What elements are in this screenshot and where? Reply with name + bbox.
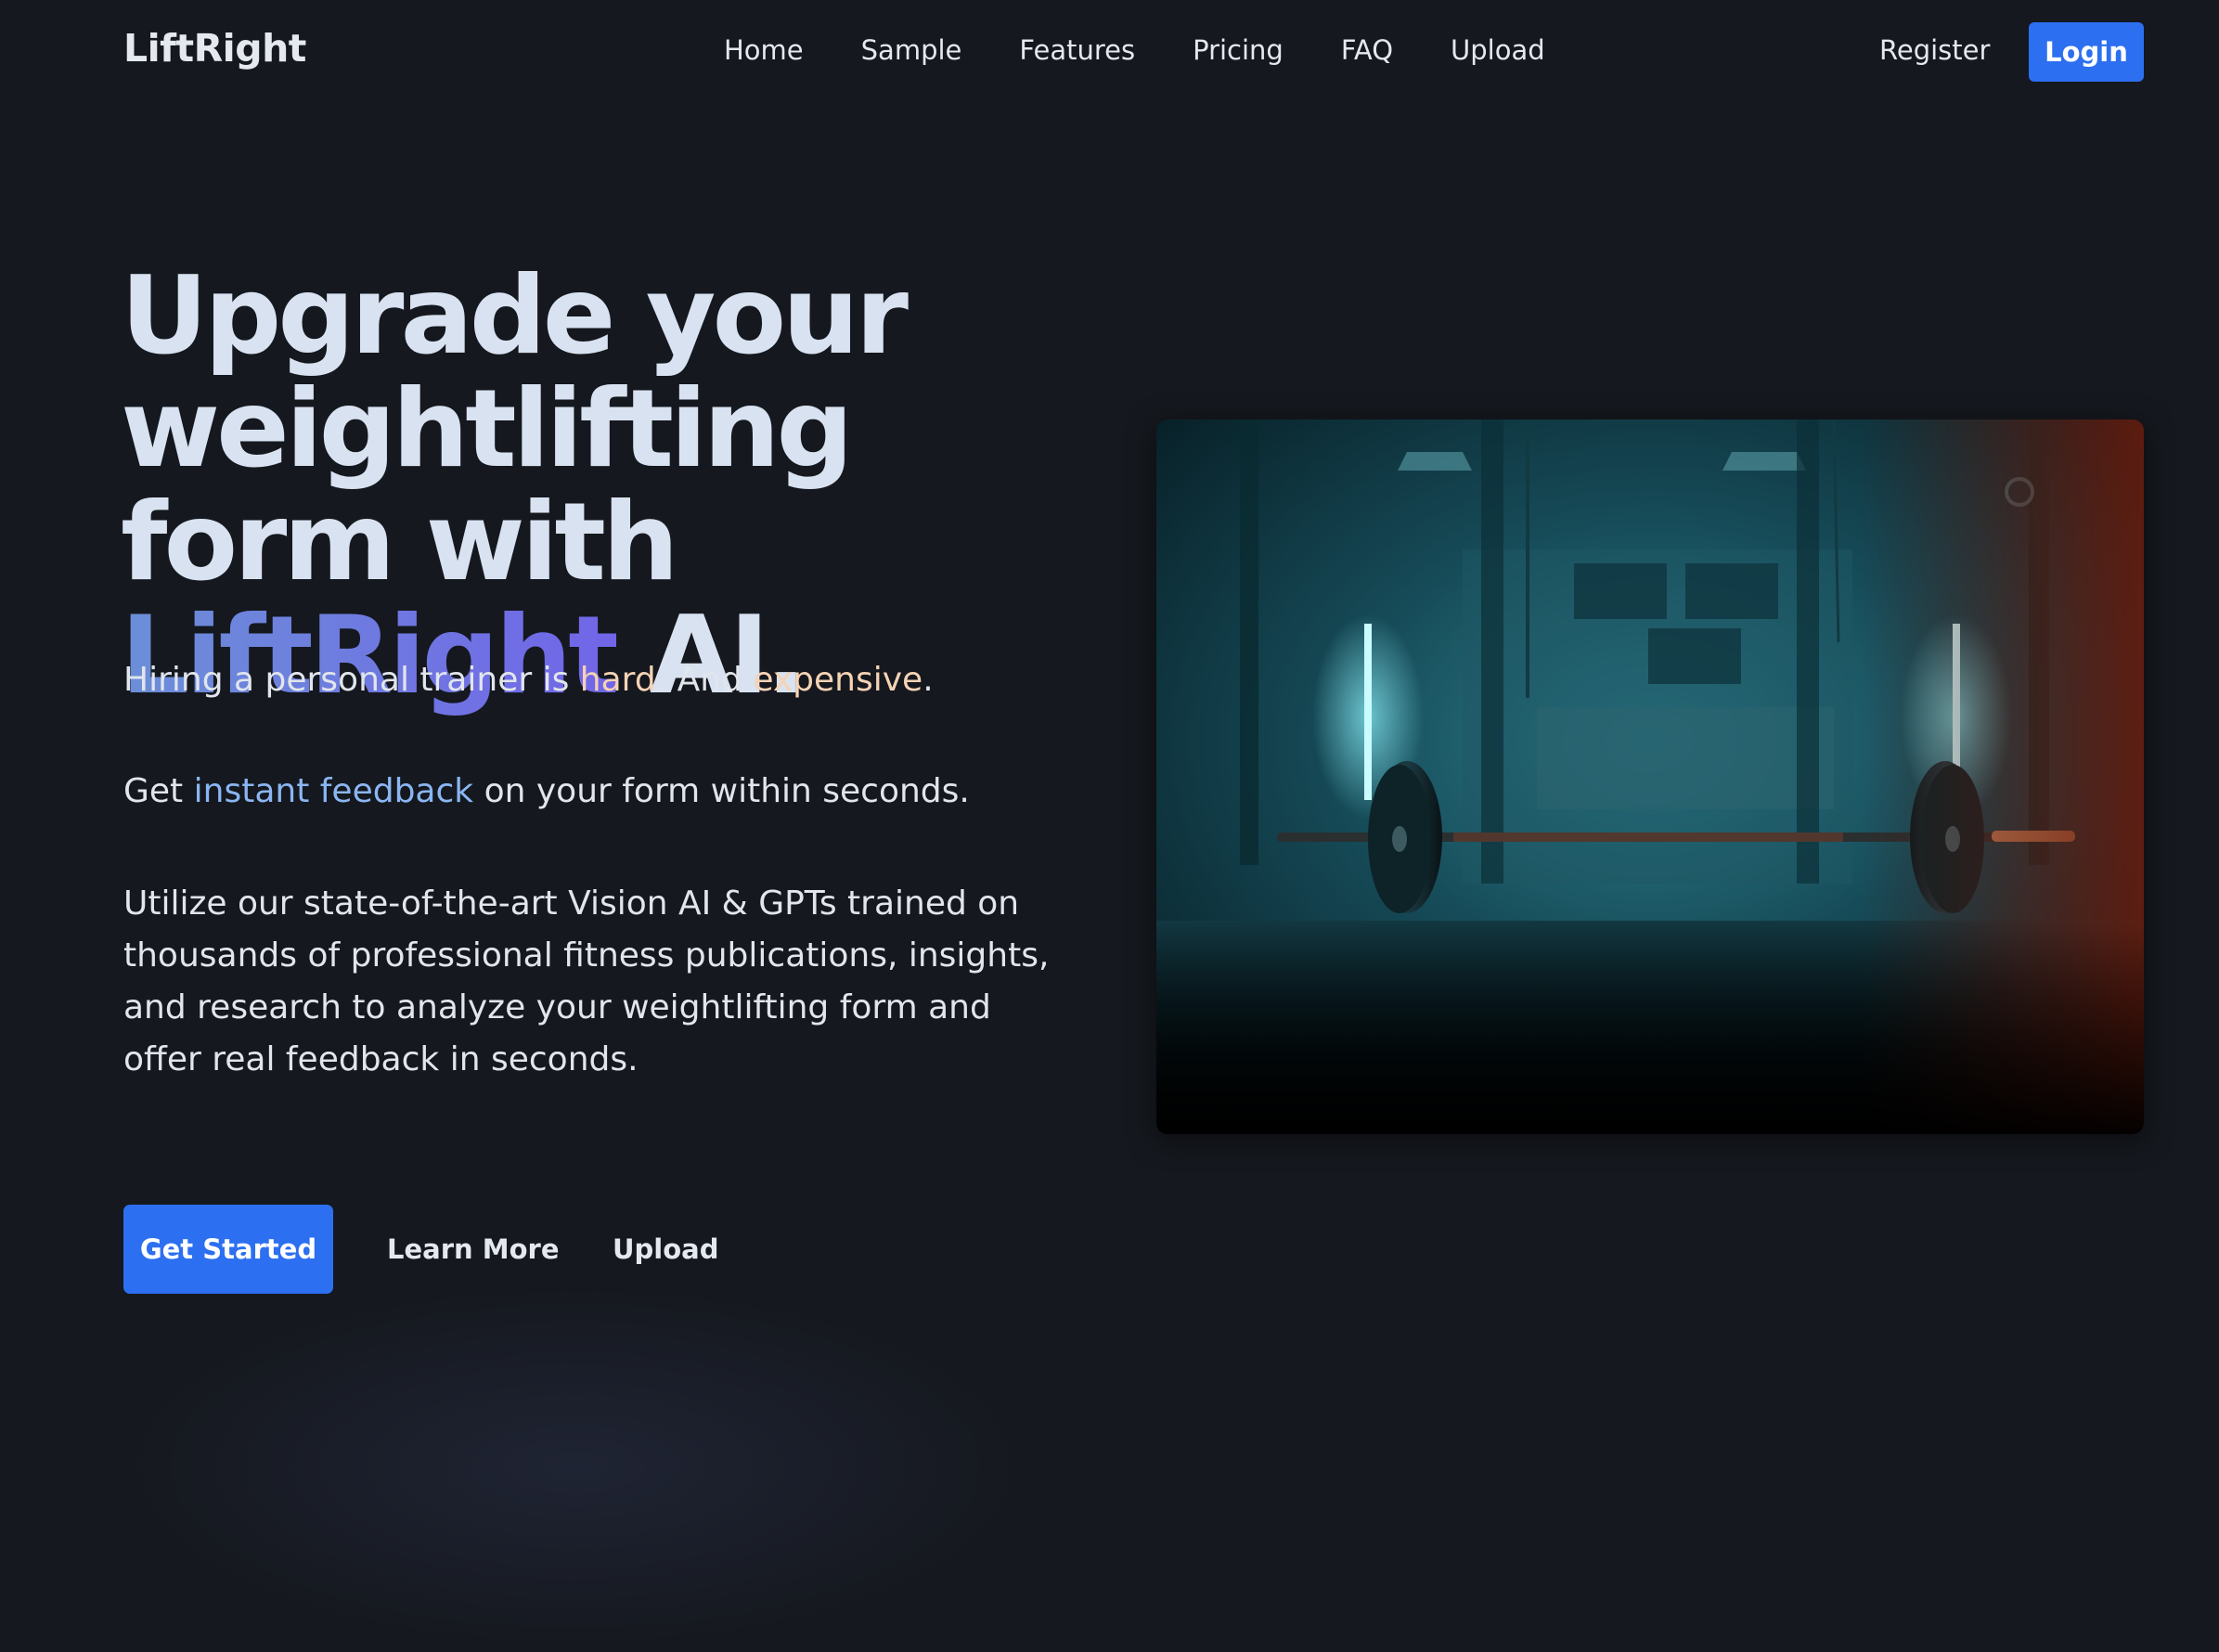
logo[interactable]: LiftRight <box>123 26 306 71</box>
p1-text-start: Hiring a personal trainer is <box>123 661 570 699</box>
login-button[interactable]: Login <box>2029 22 2144 82</box>
get-started-button[interactable]: Get Started <box>123 1205 333 1294</box>
background-glow <box>111 1281 1039 1652</box>
p2-highlight-instant-feedback: instant feedback <box>193 772 474 810</box>
nav-link-pricing[interactable]: Pricing <box>1193 32 1284 69</box>
nav-links: Home Sample Features Pricing FAQ Upload <box>724 32 1603 69</box>
register-link[interactable]: Register <box>1879 32 1990 69</box>
hero-title: Upgrade your weightlifting form with Lif… <box>121 260 1104 713</box>
nav-link-upload[interactable]: Upload <box>1451 32 1545 69</box>
nav-link-faq[interactable]: FAQ <box>1341 32 1393 69</box>
learn-more-button[interactable]: Learn More <box>387 1223 560 1275</box>
hero-paragraph-description: Utilize our state-of-the-art Vision AI &… <box>123 884 1050 1078</box>
barbell-gym-illustration <box>1156 419 2144 1134</box>
p1-highlight-expensive: expensive <box>753 661 923 699</box>
p1-text-end: . <box>922 661 934 699</box>
hero-paragraph-trainer: Hiring a personal trainer is hard. And e… <box>123 657 934 703</box>
upload-button[interactable]: Upload <box>613 1223 719 1275</box>
hero-title-part1: Upgrade your weightlifting form with <box>121 253 909 605</box>
p1-text-mid: . And <box>655 661 742 699</box>
hero-image <box>1156 419 2144 1134</box>
p2-text-start: Get <box>123 772 184 810</box>
nav-link-home[interactable]: Home <box>724 32 804 69</box>
nav-link-features[interactable]: Features <box>1019 32 1135 69</box>
p1-highlight-hard: hard <box>579 661 656 699</box>
nav-link-sample[interactable]: Sample <box>861 32 962 69</box>
top-navbar: LiftRight Home Sample Features Pricing F… <box>0 0 2219 102</box>
hero-paragraph-feedback: Get instant feedback on your form within… <box>123 768 970 815</box>
p2-text-end: on your form within seconds. <box>484 772 970 810</box>
